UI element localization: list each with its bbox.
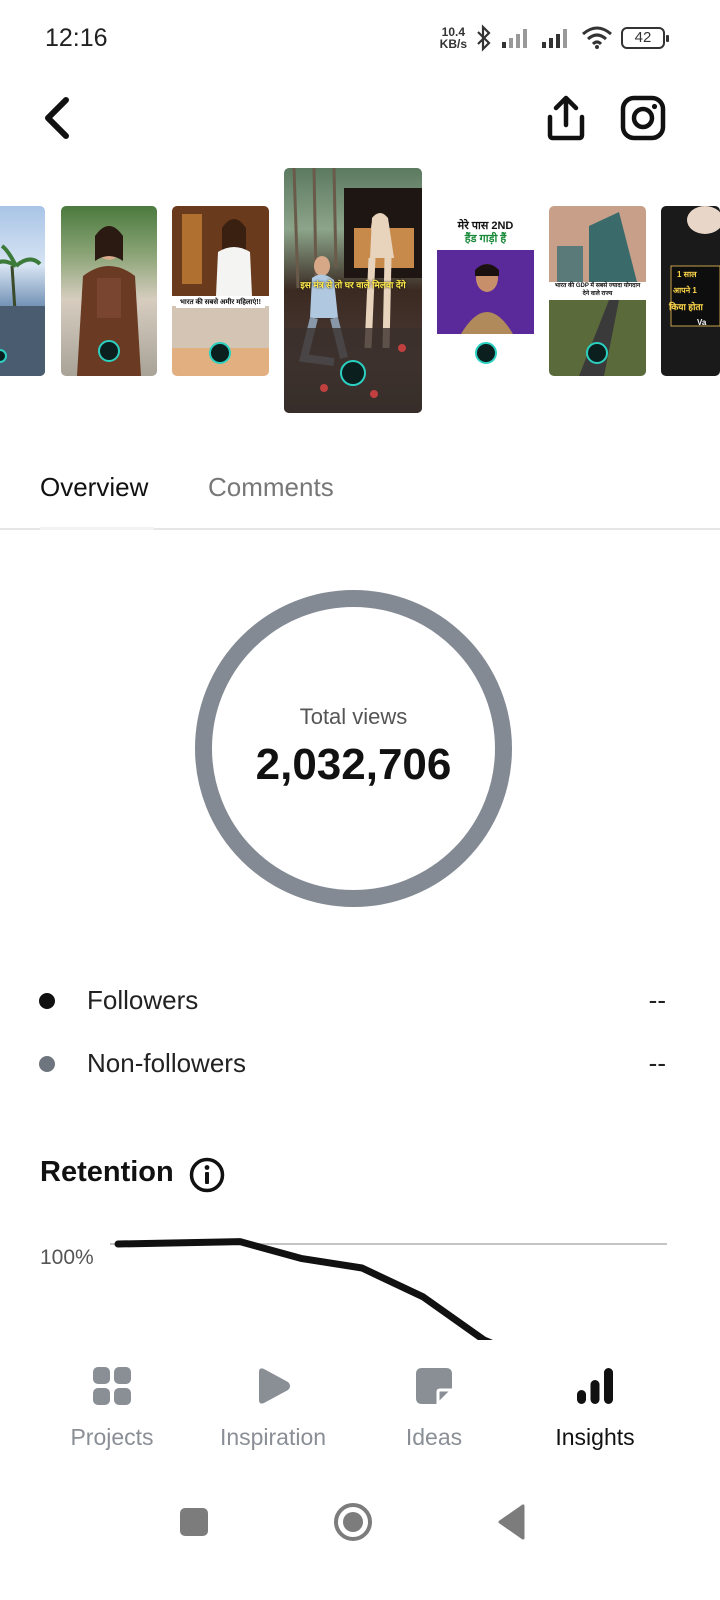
bottom-nav: Projects Inspiration Ideas Insights	[0, 1340, 720, 1470]
info-icon[interactable]	[189, 1157, 225, 1193]
person-image	[437, 250, 534, 334]
nav-inspiration[interactable]: Inspiration	[193, 1340, 353, 1470]
channel-logo	[340, 360, 366, 386]
play-icon	[259, 1368, 290, 1404]
wifi-icon	[582, 26, 612, 49]
total-views-label: Total views	[299, 704, 408, 729]
nav-insights[interactable]: Insights	[515, 1340, 675, 1470]
thumbnail-caption: इस मंत्र से तो घर वाले मिलवा देंगे	[300, 280, 406, 290]
retention-title: Retention	[40, 1156, 174, 1188]
video-thumbnail-carousel[interactable]: भारत की सबसे अमीर महिलाएं!! इस मंत्र से …	[0, 168, 720, 418]
share-icon[interactable]	[546, 95, 586, 141]
non-followers-dot	[39, 1056, 55, 1072]
thumbnail-4-selected[interactable]: इस मंत्र से तो घर वाले मिलवा देंगे	[284, 168, 422, 413]
followers-dot	[39, 993, 55, 1009]
nav-ideas[interactable]: Ideas	[354, 1340, 514, 1470]
tab-overview[interactable]: Overview	[40, 472, 148, 503]
thumbnail-6[interactable]: भारत की GDP में सबसे ज्यादा योगदान देने …	[549, 206, 646, 376]
network-speed: 10.4 KB/s	[439, 25, 467, 51]
status-bar: 12:16 10.4 KB/s 42	[0, 0, 720, 78]
palm-tree-image	[0, 244, 45, 376]
thumbnail-caption: हैंड गाड़ी हैं	[464, 233, 507, 245]
thumbnail-caption: किया होता	[669, 302, 703, 312]
thumbnail-caption: भारत की सबसे अमीर महिलाएं!!	[176, 298, 265, 308]
battery-indicator: 42	[621, 27, 669, 49]
nav-label: Insights	[555, 1424, 635, 1450]
legend-label: Followers	[87, 985, 199, 1015]
legend-value: --	[648, 985, 666, 1015]
status-time: 12:16	[45, 24, 108, 52]
recents-button[interactable]	[180, 1508, 208, 1536]
total-views-value: 2,032,706	[255, 740, 452, 789]
thumbnail-caption: Va	[697, 318, 707, 327]
thumbnail-3[interactable]: भारत की सबसे अमीर महिलाएं!!	[172, 206, 269, 376]
thumbnail-7[interactable]: 1 साल आपने 1 किया होता Va	[661, 206, 720, 376]
nav-label: Inspiration	[219, 1424, 327, 1450]
insights-tabs: Overview Comments	[0, 468, 720, 530]
channel-logo	[586, 342, 608, 364]
legend-non-followers: Non-followers --	[0, 1043, 720, 1083]
bluetooth-icon	[477, 24, 491, 52]
home-button[interactable]	[333, 1502, 373, 1542]
back-nav-button[interactable]	[497, 1504, 527, 1540]
thumbnail-2[interactable]	[61, 206, 157, 376]
channel-logo	[475, 342, 497, 364]
thumbnail-caption: भारत की GDP में सबसे ज्यादा योगदान देने …	[553, 282, 642, 298]
bar-chart-icon	[577, 1368, 613, 1404]
nav-projects[interactable]: Projects	[32, 1340, 192, 1470]
thumbnail-5[interactable]: मेरे पास 2ND हैंड गाड़ी हैं	[437, 206, 534, 376]
signal-icon-2	[542, 29, 567, 48]
legend-label: Non-followers	[87, 1048, 246, 1078]
instagram-icon[interactable]	[620, 95, 666, 141]
retention-line	[114, 1238, 494, 1340]
thumbnail-caption: आपने 1	[673, 286, 697, 295]
channel-logo	[98, 340, 120, 362]
legend-value: --	[648, 1048, 666, 1078]
retention-chart	[110, 1238, 667, 1340]
nav-label: Ideas	[405, 1424, 463, 1450]
nav-label: Projects	[70, 1424, 154, 1450]
active-tab-indicator	[40, 527, 154, 530]
thumbnail-caption: 1 साल	[677, 270, 697, 279]
system-navigation-bar	[0, 1490, 720, 1600]
legend-followers: Followers --	[0, 980, 720, 1020]
thumbnail-1[interactable]	[0, 206, 45, 376]
signal-icon	[502, 29, 527, 48]
tab-comments[interactable]: Comments	[208, 472, 334, 503]
status-icons: 10.4 KB/s 42	[439, 24, 669, 52]
channel-logo	[209, 342, 231, 364]
thumbnail-caption: मेरे पास 2ND	[457, 220, 514, 232]
back-button[interactable]	[38, 96, 78, 140]
sticky-note-icon	[416, 1368, 452, 1404]
grid-icon	[93, 1367, 131, 1405]
